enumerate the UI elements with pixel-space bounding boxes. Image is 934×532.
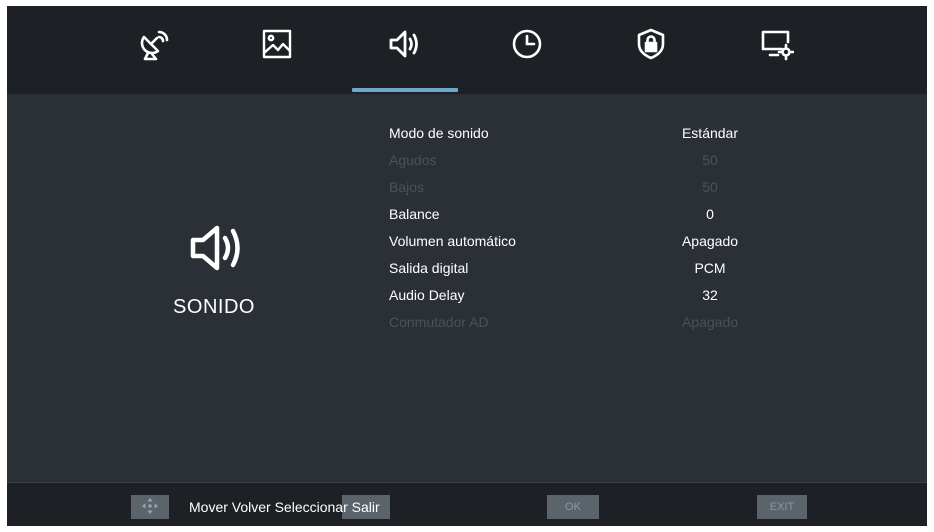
tab-sound[interactable] bbox=[385, 24, 425, 68]
navigate-key bbox=[131, 495, 169, 519]
category-tab-bar bbox=[7, 6, 927, 94]
menu-item-value: PCM bbox=[694, 260, 726, 276]
footer-hint-text: Mover Volver Seleccionar Salir bbox=[189, 499, 380, 515]
menu-item-label: Conmutador AD bbox=[389, 314, 489, 330]
clock-icon bbox=[510, 27, 544, 66]
menu-item-balance[interactable]: Balance 0 bbox=[385, 201, 815, 227]
menu-item-value: Apagado bbox=[681, 314, 739, 330]
menu-item-value: 50 bbox=[702, 179, 718, 195]
tab-picture[interactable] bbox=[257, 24, 297, 68]
tab-channel[interactable] bbox=[135, 24, 175, 68]
menu-item-label: Salida digital bbox=[389, 260, 469, 276]
menu-item-treble: Agudos 50 bbox=[385, 147, 815, 173]
menu-item-bass: Bajos 50 bbox=[385, 174, 815, 200]
section-panel: SONIDO bbox=[7, 94, 382, 481]
menu-item-label: Audio Delay bbox=[389, 287, 465, 303]
menu-item-value: Apagado bbox=[681, 233, 739, 249]
monitor-settings-icon bbox=[760, 27, 795, 66]
menu-item-audio-delay[interactable]: Audio Delay 32 bbox=[385, 282, 815, 308]
menu-item-auto-volume[interactable]: Volumen automático Apagado bbox=[385, 228, 815, 254]
footer-hint-bar: Mover Volver Seleccionar Salir OK EXIT bbox=[7, 482, 927, 526]
menu-item-label: Balance bbox=[389, 206, 440, 222]
menu-item-label: Agudos bbox=[389, 152, 437, 168]
menu-item-value: 0 bbox=[706, 206, 714, 222]
exit-key: EXIT bbox=[757, 495, 807, 519]
menu-item-value: Estándar bbox=[681, 125, 739, 141]
tab-time[interactable] bbox=[507, 24, 547, 68]
tab-settings[interactable] bbox=[757, 24, 797, 68]
satellite-dish-icon bbox=[138, 27, 172, 66]
menu-item-label: Modo de sonido bbox=[389, 125, 489, 141]
menu-item-digital-output[interactable]: Salida digital PCM bbox=[385, 255, 815, 281]
picture-icon bbox=[260, 27, 294, 66]
ok-key: OK bbox=[547, 495, 599, 519]
menu-item-label: Bajos bbox=[389, 179, 425, 195]
menu-item-value: 50 bbox=[702, 152, 718, 168]
section-title: SONIDO bbox=[173, 296, 255, 318]
tab-lock[interactable] bbox=[631, 24, 671, 68]
menu-item-value: 32 bbox=[702, 287, 718, 303]
selected-tab-indicator bbox=[352, 88, 458, 92]
menu-item-ad-switch: Conmutador AD Apagado bbox=[385, 309, 815, 335]
menu-item-sound-mode[interactable]: Modo de sonido Estándar bbox=[385, 120, 815, 146]
speaker-icon bbox=[388, 27, 422, 66]
shield-lock-icon bbox=[634, 27, 668, 66]
sound-settings-menu: Modo de sonido Estándar Agudos 50 Bajos … bbox=[385, 116, 815, 356]
speaker-icon bbox=[187, 220, 247, 276]
move-arrows-icon bbox=[141, 497, 159, 518]
tv-menu-screen: SONIDO Modo de sonido Estándar Agudos 50… bbox=[7, 6, 927, 526]
menu-item-label: Volumen automático bbox=[389, 233, 516, 249]
